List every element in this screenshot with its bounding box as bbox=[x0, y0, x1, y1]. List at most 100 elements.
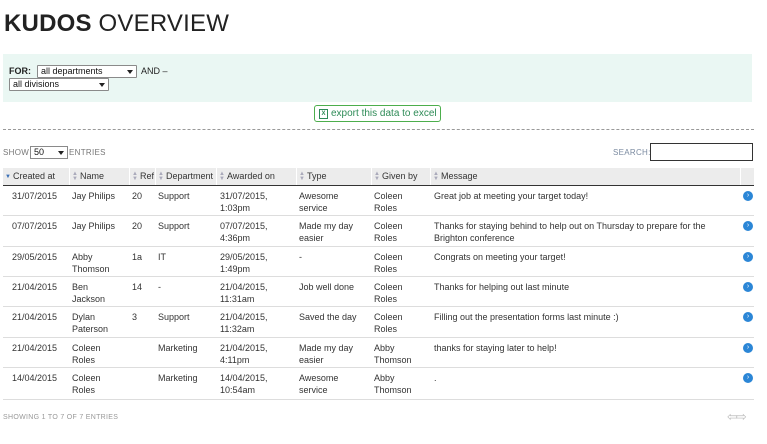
table-row[interactable]: 29/05/2015 Abby Thomson 1a IT 29/05/2015, 1:49… bbox=[3, 247, 754, 277]
page-length-select[interactable]: 50 bbox=[30, 146, 68, 159]
sort-icon: ▲ ▼ bbox=[219, 171, 225, 182]
cell-message: Congrats on meeting your target! bbox=[434, 252, 566, 262]
cell-created-at: 07/07/2015 bbox=[12, 221, 58, 231]
cell-awarded-on: 21/04/2015, 11:31am bbox=[220, 282, 268, 304]
cell-name: Coleen Roles bbox=[72, 373, 101, 395]
view-arrow-icon[interactable]: › bbox=[743, 282, 753, 292]
cell-ref: 3 bbox=[132, 312, 138, 322]
cell-message: Great job at meeting your target today! bbox=[434, 191, 589, 201]
page-length-value: 50 bbox=[34, 147, 45, 157]
cell-awarded-on: 07/07/2015, 4:36pm bbox=[220, 221, 268, 243]
cell-name: Dylan Paterson bbox=[72, 312, 109, 334]
entries-label: ENTRIES bbox=[69, 148, 106, 157]
cell-department: Support bbox=[158, 191, 190, 201]
search-input[interactable] bbox=[650, 143, 753, 161]
view-arrow-icon[interactable]: › bbox=[743, 191, 753, 201]
cell-message: thanks for staying later to help! bbox=[434, 343, 557, 353]
table-row[interactable]: 21/04/2015 Ben Jackson 14 - 21/04/2015, 11:31a… bbox=[3, 277, 754, 307]
chevron-down-icon bbox=[127, 70, 133, 74]
cell-type: Awesome service bbox=[299, 191, 339, 213]
column-header-label: Awarded on bbox=[227, 171, 275, 181]
cell-message: Thanks for staying behind to help out on… bbox=[434, 221, 706, 243]
table-row[interactable]: 31/07/2015 Jay Philips 20 Support 31/07/2015… bbox=[3, 186, 754, 216]
view-arrow-icon[interactable]: › bbox=[743, 343, 753, 353]
column-header-label: Name bbox=[80, 171, 105, 181]
cell-given-by: Coleen Roles bbox=[374, 252, 403, 274]
cell-department: Marketing bbox=[158, 373, 198, 383]
excel-icon: X bbox=[319, 109, 328, 119]
department-select[interactable]: all departments bbox=[37, 65, 137, 78]
export-excel-button[interactable]: X export this data to excel bbox=[314, 105, 441, 122]
cell-given-by: Coleen Roles bbox=[374, 282, 403, 304]
cell-name: Jay Philips bbox=[72, 221, 116, 231]
cell-created-at: 21/04/2015 bbox=[12, 282, 58, 292]
division-select[interactable]: all divisions bbox=[9, 78, 109, 91]
column-header-message[interactable]: ▲ ▼ Message bbox=[431, 168, 741, 185]
cell-ref: 14 bbox=[132, 282, 143, 292]
cell-ref: 1a bbox=[132, 252, 143, 262]
cell-given-by: Coleen Roles bbox=[374, 221, 403, 243]
cell-name: Ben Jackson bbox=[72, 282, 106, 304]
pagination-arrows[interactable]: ⇦⇨ bbox=[727, 409, 747, 425]
column-header-label: Department bbox=[166, 171, 214, 181]
table-row[interactable]: 21/04/2015 Dylan Paterson 3 Support 21/04/201… bbox=[3, 307, 754, 338]
cell-name: Jay Philips bbox=[72, 191, 116, 201]
view-arrow-icon[interactable]: › bbox=[743, 252, 753, 262]
divider bbox=[3, 129, 754, 130]
cell-type: Made my day easier bbox=[299, 343, 354, 365]
cell-created-at: 14/04/2015 bbox=[12, 373, 58, 383]
sort-icon: ▲ ▼ bbox=[132, 171, 138, 182]
cell-message: Thanks for helping out last minute bbox=[434, 282, 570, 292]
column-header-created-at[interactable]: ▼ Created at bbox=[3, 168, 70, 185]
cell-type: Awesome service bbox=[299, 373, 339, 395]
column-header-type[interactable]: ▲ ▼ Type bbox=[297, 168, 372, 185]
column-header-label: Type bbox=[307, 171, 327, 181]
cell-name: Abby Thomson bbox=[72, 252, 110, 274]
column-header-name[interactable]: ▲ ▼ Name bbox=[70, 168, 130, 185]
cell-name: Coleen Roles bbox=[72, 343, 101, 365]
table-row[interactable]: 21/04/2015 Coleen Roles Marketing 21/04/2015… bbox=[3, 338, 754, 368]
cell-message: Filling out the presentation forms last … bbox=[434, 312, 619, 322]
cell-type: Job well done bbox=[299, 282, 355, 292]
column-header-label: Given by bbox=[382, 171, 418, 181]
view-arrow-icon[interactable]: › bbox=[743, 221, 753, 231]
division-select-value: all divisions bbox=[13, 79, 60, 89]
cell-given-by: Coleen Roles bbox=[374, 191, 403, 213]
export-excel-label: export this data to excel bbox=[331, 108, 437, 119]
column-header-given-by[interactable]: ▲ ▼ Given by bbox=[372, 168, 431, 185]
cell-department: Support bbox=[158, 312, 190, 322]
page-title-rest: OVERVIEW bbox=[98, 10, 230, 37]
table-header: ▼ Created at ▲ ▼ Name ▲ ▼ Ref ▲ ▼ Department ▲ ▼ Awar… bbox=[3, 168, 754, 186]
table-row[interactable]: 14/04/2015 Coleen Roles Marketing 14/04/2015… bbox=[3, 368, 754, 400]
cell-awarded-on: 14/04/2015, 10:54am bbox=[220, 373, 268, 395]
column-header-awarded-on[interactable]: ▲ ▼ Awarded on bbox=[217, 168, 297, 185]
table-row[interactable]: 07/07/2015 Jay Philips 20 Support 07/07/2015… bbox=[3, 216, 754, 247]
cell-type: Saved the day bbox=[299, 312, 357, 322]
page-title-bold: KUDOS bbox=[4, 10, 92, 37]
sort-icon: ▲ ▼ bbox=[374, 171, 380, 182]
column-header-label: Ref bbox=[140, 171, 155, 181]
department-select-value: all departments bbox=[41, 66, 103, 76]
cell-awarded-on: 21/04/2015, 4:11pm bbox=[220, 343, 268, 365]
page-length-control: SHOW 50 ENTRIES bbox=[3, 146, 105, 159]
sort-icon: ▲ ▼ bbox=[72, 171, 78, 182]
page-title: KUDOS OVERVIEW bbox=[4, 10, 229, 38]
cell-awarded-on: 31/07/2015, 1:03pm bbox=[220, 191, 268, 213]
view-arrow-icon[interactable]: › bbox=[743, 312, 753, 322]
table-info: SHOWING 1 TO 7 OF 7 ENTRIES bbox=[3, 414, 119, 421]
column-header-department[interactable]: ▲ ▼ Department bbox=[156, 168, 217, 185]
search-label: SEARCH: bbox=[613, 148, 651, 157]
cell-awarded-on: 29/05/2015, 1:49pm bbox=[220, 252, 268, 274]
chevron-down-icon bbox=[58, 151, 64, 155]
column-header-ref[interactable]: ▲ ▼ Ref bbox=[130, 168, 156, 185]
cell-created-at: 21/04/2015 bbox=[12, 312, 58, 322]
cell-department: Marketing bbox=[158, 343, 198, 353]
view-arrow-icon[interactable]: › bbox=[743, 373, 753, 383]
sort-desc-icon: ▼ bbox=[5, 174, 11, 180]
cell-type: Made my day easier bbox=[299, 221, 354, 243]
column-header-label: Message bbox=[441, 171, 478, 181]
cell-message: . bbox=[434, 373, 437, 383]
cell-awarded-on: 21/04/2015, 11:32am bbox=[220, 312, 268, 334]
cell-department: IT bbox=[158, 252, 166, 262]
for-label: FOR: bbox=[9, 66, 31, 76]
